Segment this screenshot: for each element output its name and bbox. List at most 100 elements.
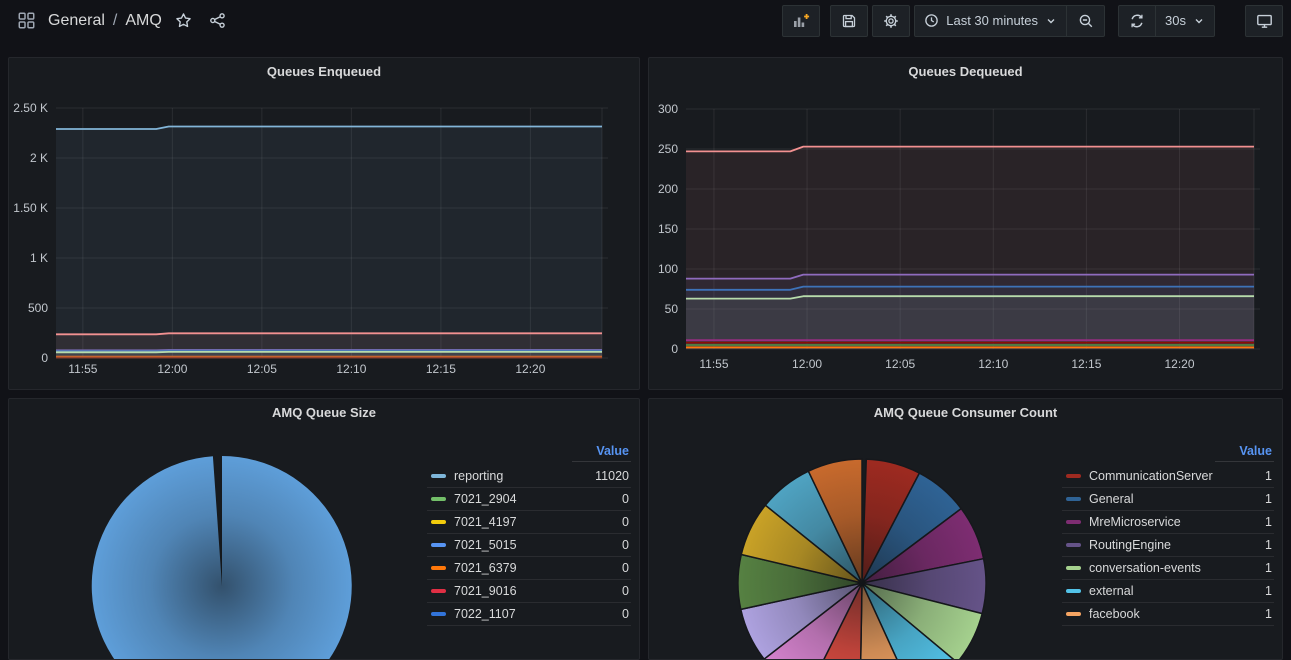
refresh-button[interactable] — [1118, 5, 1156, 37]
chevron-down-icon — [1193, 15, 1205, 27]
time-series-chart-queues-enqueued[interactable]: 05001 K1.50 K2 K2.50 K11:5512:0012:0512:… — [9, 58, 640, 390]
legend-series-value: 1 — [1228, 469, 1274, 483]
zoom-out-icon — [1078, 13, 1094, 29]
legend-row[interactable]: 7021_29040 — [427, 488, 631, 511]
legend-series-name[interactable]: 7021_2904 — [454, 492, 585, 506]
save-dashboard-button[interactable] — [830, 5, 868, 37]
legend-value-header: Value — [1215, 444, 1274, 462]
legend-series-value: 0 — [585, 561, 631, 575]
legend-series-value: 0 — [585, 607, 631, 621]
pie-chart-amq-queue-consumer-count[interactable] — [649, 399, 1069, 660]
pie-chart-amq-queue-size[interactable] — [9, 399, 429, 660]
x-axis-tick-label: 12:20 — [1164, 357, 1194, 371]
legend-row[interactable]: reporting11020 — [427, 465, 631, 488]
legend-series-value: 1 — [1228, 515, 1274, 529]
panel-title[interactable]: AMQ Queue Consumer Count — [649, 405, 1282, 420]
panel-title[interactable]: Queues Enqueued — [9, 64, 639, 79]
breadcrumb-folder[interactable]: General — [48, 12, 105, 30]
dashboard-title[interactable]: AMQ — [125, 12, 161, 30]
y-axis-tick-label: 150 — [658, 222, 678, 236]
y-axis-tick-label: 0 — [671, 342, 678, 356]
refresh-interval-dropdown[interactable]: 30s — [1156, 5, 1215, 37]
panel-title[interactable]: AMQ Queue Size — [9, 405, 639, 420]
legend-series-swatch — [431, 520, 446, 524]
panel-title[interactable]: Queues Dequeued — [649, 64, 1282, 79]
y-axis-tick-label: 0 — [41, 351, 48, 365]
y-axis-tick-label: 100 — [658, 262, 678, 276]
star-icon[interactable] — [172, 9, 196, 33]
apps-grid-icon[interactable] — [14, 9, 38, 33]
legend-series-swatch — [1066, 520, 1081, 524]
y-axis-tick-label: 2.50 K — [13, 101, 48, 115]
y-axis-tick-label: 1.50 K — [13, 201, 48, 215]
legend-series-name[interactable]: 7021_6379 — [454, 561, 585, 575]
y-axis-tick-label: 250 — [658, 142, 678, 156]
time-range-picker[interactable]: Last 30 minutes — [914, 5, 1067, 37]
y-axis-tick-label: 500 — [28, 301, 48, 315]
legend-series-name[interactable]: 7021_4197 — [454, 515, 585, 529]
breadcrumb[interactable]: General / AMQ — [48, 12, 162, 30]
legend-amq-queue-consumer-count: Value CommunicationServer1General1MreMic… — [1062, 441, 1274, 626]
legend-series-swatch — [431, 566, 446, 570]
legend-series-value: 11020 — [585, 469, 631, 483]
legend-amq-queue-size: Value reporting110207021_290407021_41970… — [427, 441, 631, 626]
legend-series-name[interactable]: 7021_9016 — [454, 584, 585, 598]
breadcrumb-separator: / — [113, 12, 117, 30]
pie-slice[interactable] — [92, 456, 352, 660]
legend-series-swatch — [1066, 612, 1081, 616]
legend-row[interactable]: external1 — [1062, 580, 1274, 603]
panel-queues-dequeued: Queues Dequeued 05010015020025030011:551… — [648, 57, 1283, 390]
legend-series-name[interactable]: conversation-events — [1089, 561, 1228, 575]
time-range-label: Last 30 minutes — [946, 13, 1038, 28]
x-axis-tick-label: 11:55 — [68, 362, 97, 376]
zoom-out-time-button[interactable] — [1067, 5, 1105, 37]
legend-row[interactable]: 7021_63790 — [427, 557, 631, 580]
legend-row[interactable]: 7021_41970 — [427, 511, 631, 534]
legend-series-swatch — [431, 589, 446, 593]
legend-series-name[interactable]: facebook — [1089, 607, 1228, 621]
add-panel-button[interactable] — [782, 5, 820, 37]
legend-series-name[interactable]: 7022_1107 — [454, 607, 585, 621]
legend-series-name[interactable]: General — [1089, 492, 1228, 506]
legend-row[interactable]: 7021_90160 — [427, 580, 631, 603]
panel-amq-queue-consumer-count: AMQ Queue Consumer Count Value Communica… — [648, 398, 1283, 660]
legend-series-name[interactable]: 7021_5015 — [454, 538, 585, 552]
legend-row[interactable]: General1 — [1062, 488, 1274, 511]
time-controls-group: Last 30 minutes — [914, 5, 1105, 37]
legend-row[interactable]: CommunicationServer1 — [1062, 465, 1274, 488]
legend-row[interactable]: MreMicroservice1 — [1062, 511, 1274, 534]
legend-series-name[interactable]: RoutingEngine — [1089, 538, 1228, 552]
legend-series-swatch — [431, 612, 446, 616]
x-axis-tick-label: 12:15 — [426, 362, 456, 376]
legend-series-name[interactable]: external — [1089, 584, 1228, 598]
legend-series-swatch — [1066, 566, 1081, 570]
legend-series-value: 0 — [585, 515, 631, 529]
legend-row[interactable]: 7021_50150 — [427, 534, 631, 557]
x-axis-tick-label: 12:05 — [247, 362, 277, 376]
legend-series-name[interactable]: MreMicroservice — [1089, 515, 1228, 529]
legend-series-value: 0 — [585, 492, 631, 506]
x-axis-tick-label: 12:15 — [1071, 357, 1101, 371]
x-axis-tick-label: 12:20 — [515, 362, 545, 376]
legend-series-value: 1 — [1228, 538, 1274, 552]
legend-row[interactable]: RoutingEngine1 — [1062, 534, 1274, 557]
legend-row[interactable]: 7022_11070 — [427, 603, 631, 626]
legend-series-swatch — [431, 543, 446, 547]
share-icon[interactable] — [206, 9, 230, 33]
legend-series-swatch — [431, 474, 446, 478]
legend-series-value: 0 — [585, 538, 631, 552]
legend-series-swatch — [431, 497, 446, 501]
legend-series-value: 0 — [585, 584, 631, 598]
dashboard-settings-button[interactable] — [872, 5, 910, 37]
legend-row[interactable]: facebook1 — [1062, 603, 1274, 626]
tv-kiosk-mode-button[interactable] — [1245, 5, 1283, 37]
legend-series-name[interactable]: CommunicationServer — [1089, 469, 1228, 483]
legend-row[interactable]: conversation-events1 — [1062, 557, 1274, 580]
time-series-chart-queues-dequeued[interactable]: 05010015020025030011:5512:0012:0512:1012… — [649, 58, 1283, 390]
x-axis-tick-label: 12:10 — [336, 362, 366, 376]
legend-series-name[interactable]: reporting — [454, 469, 585, 483]
chevron-down-icon — [1045, 15, 1057, 27]
x-axis-tick-label: 12:10 — [978, 357, 1008, 371]
y-axis-tick-label: 50 — [665, 302, 679, 316]
refresh-group: 30s — [1118, 5, 1215, 37]
